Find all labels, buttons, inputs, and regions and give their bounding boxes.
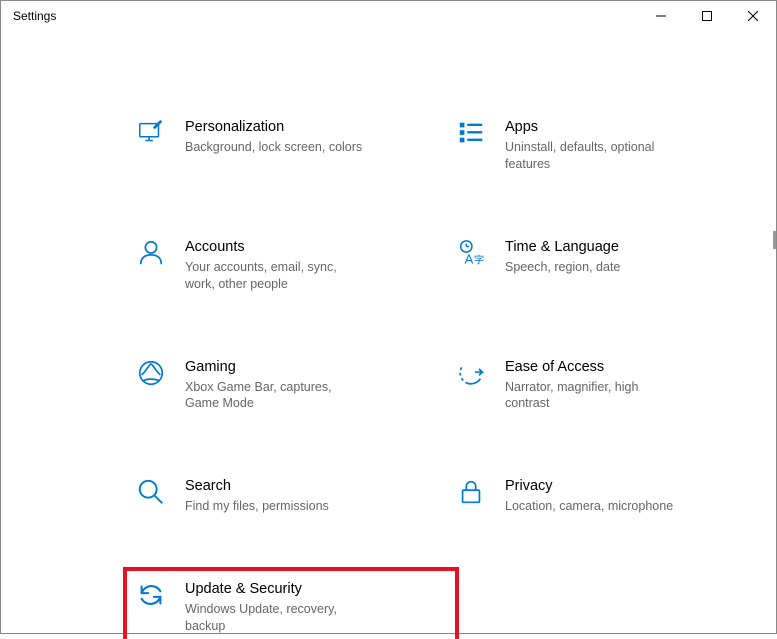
tile-desc: Xbox Game Bar, captures, Game Mode: [185, 379, 365, 413]
tile-title: Accounts: [185, 239, 365, 255]
tile-title: Update & Security: [185, 581, 365, 597]
close-button[interactable]: [730, 1, 776, 31]
svg-text:A: A: [464, 251, 473, 266]
tile-title: Privacy: [505, 478, 673, 494]
accounts-icon: [135, 237, 167, 269]
tile-title: Gaming: [185, 359, 365, 375]
tile-desc: Windows Update, recovery, backup: [185, 601, 365, 635]
gaming-icon: [135, 357, 167, 389]
tile-desc: Your accounts, email, sync, work, other …: [185, 259, 365, 293]
minimize-button[interactable]: [638, 1, 684, 31]
settings-grid: Personalization Background, lock screen,…: [131, 113, 771, 639]
time-language-icon: A 字: [455, 237, 487, 269]
tile-desc: Narrator, magnifier, high contrast: [505, 379, 685, 413]
apps-icon: [455, 117, 487, 149]
update-security-icon: [135, 579, 167, 611]
tile-update-security[interactable]: Update & Security Windows Update, recove…: [131, 575, 451, 639]
tile-ease-of-access[interactable]: Ease of Access Narrator, magnifier, high…: [451, 353, 771, 417]
ease-of-access-icon: [455, 357, 487, 389]
window-controls: [638, 1, 776, 31]
tile-privacy[interactable]: Privacy Location, camera, microphone: [451, 472, 771, 519]
svg-text:字: 字: [474, 253, 484, 266]
privacy-icon: [455, 476, 487, 508]
tile-desc: Background, lock screen, colors: [185, 139, 362, 156]
tile-title: Personalization: [185, 119, 362, 135]
tile-time-language[interactable]: A 字 Time & Language Speech, region, date: [451, 233, 771, 297]
titlebar: Settings: [1, 1, 776, 33]
tile-apps[interactable]: Apps Uninstall, defaults, optional featu…: [451, 113, 771, 177]
tile-search[interactable]: Search Find my files, permissions: [131, 472, 451, 519]
tile-personalization[interactable]: Personalization Background, lock screen,…: [131, 113, 451, 177]
tile-title: Time & Language: [505, 239, 620, 255]
tile-accounts[interactable]: Accounts Your accounts, email, sync, wor…: [131, 233, 451, 297]
maximize-button[interactable]: [684, 1, 730, 31]
tile-desc: Speech, region, date: [505, 259, 620, 276]
tile-desc: Find my files, permissions: [185, 498, 329, 515]
scrollbar-thumb[interactable]: [773, 231, 776, 249]
settings-content: Personalization Background, lock screen,…: [1, 33, 776, 639]
tile-desc: Location, camera, microphone: [505, 498, 673, 515]
tile-title: Apps: [505, 119, 685, 135]
window-title: Settings: [1, 1, 68, 31]
tile-title: Ease of Access: [505, 359, 685, 375]
tile-gaming[interactable]: Gaming Xbox Game Bar, captures, Game Mod…: [131, 353, 451, 417]
tile-desc: Uninstall, defaults, optional features: [505, 139, 685, 173]
personalization-icon: [135, 117, 167, 149]
search-icon: [135, 476, 167, 508]
tile-title: Search: [185, 478, 329, 494]
